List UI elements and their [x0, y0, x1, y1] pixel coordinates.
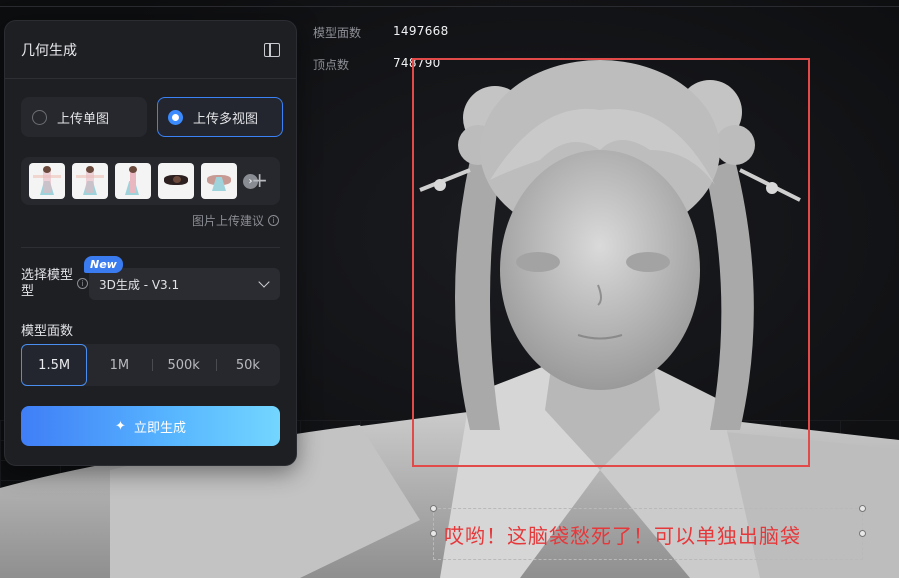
face-option-1m[interactable]: 1M [87, 344, 151, 386]
vertices-count-label: 顶点数 [313, 58, 350, 72]
resize-handle[interactable] [430, 530, 437, 537]
upload-hint[interactable]: 图片上传建议 i [192, 212, 279, 229]
sparkle-icon: ✦ [115, 418, 126, 434]
upload-single-image-option[interactable]: 上传单图 [21, 97, 147, 137]
model-dropdown-value: 3D生成 - V3.1 [99, 277, 180, 292]
faces-section-label: 模型面数 [21, 324, 74, 339]
sidebar-collapse-icon[interactable] [264, 42, 280, 57]
upload-multi-view-option[interactable]: 上传多视图 [157, 97, 283, 137]
uploaded-image-thumbnail[interactable] [201, 163, 237, 199]
divider [21, 247, 280, 248]
info-icon: i [268, 215, 279, 226]
info-icon[interactable]: i [77, 278, 88, 289]
resize-handle[interactable] [430, 505, 437, 512]
uploaded-image-thumbnail[interactable] [115, 163, 151, 199]
faces-count-value: 1497668 [393, 24, 449, 38]
upload-hint-text: 图片上传建议 [191, 214, 264, 228]
panel-title: 几何生成 [21, 42, 77, 59]
radio-icon [32, 109, 47, 125]
resize-handle[interactable] [859, 530, 866, 537]
uploaded-image-thumbnail[interactable] [158, 163, 194, 199]
face-option-1-5m[interactable]: 1.5M [21, 344, 88, 386]
radio-selected-icon [168, 109, 183, 125]
uploaded-images-strip: › + [21, 157, 280, 205]
model-select-label: 选择模型型 [21, 268, 74, 299]
head-selection-box[interactable] [412, 58, 810, 467]
plus-icon[interactable]: + [251, 170, 268, 190]
face-option-50k[interactable]: 50k [215, 344, 280, 386]
geometry-generation-panel: 几何生成 上传单图 上传多视图 › + 图片上传建议 i 选择模型型 i 3D生… [4, 20, 297, 466]
panel-header: 几何生成 [5, 21, 296, 79]
uploaded-image-thumbnail[interactable] [72, 163, 108, 199]
new-badge: New [84, 256, 123, 273]
face-count-selector: 1.5M 1M 500k 50k [21, 344, 280, 386]
face-option-500k[interactable]: 500k [151, 344, 216, 386]
annotation-text: 哎哟！这脑袋愁死了！可以单独出脑袋 [444, 523, 801, 548]
chevron-down-icon [258, 276, 270, 288]
generate-button[interactable]: ✦ 立即生成 [21, 406, 280, 446]
generate-button-label: 立即生成 [133, 420, 186, 436]
upload-mode-selector: 上传单图 上传多视图 [21, 97, 283, 137]
resize-handle[interactable] [859, 505, 866, 512]
upload-single-label: 上传单图 [57, 111, 110, 127]
uploaded-image-thumbnail[interactable] [29, 163, 65, 199]
annotation-text-box[interactable]: 哎哟！这脑袋愁死了！可以单独出脑袋 [430, 505, 866, 560]
upload-multi-label: 上传多视图 [193, 111, 259, 127]
model-dropdown[interactable]: 3D生成 - V3.1 [89, 268, 280, 300]
faces-count-label: 模型面数 [313, 26, 362, 40]
